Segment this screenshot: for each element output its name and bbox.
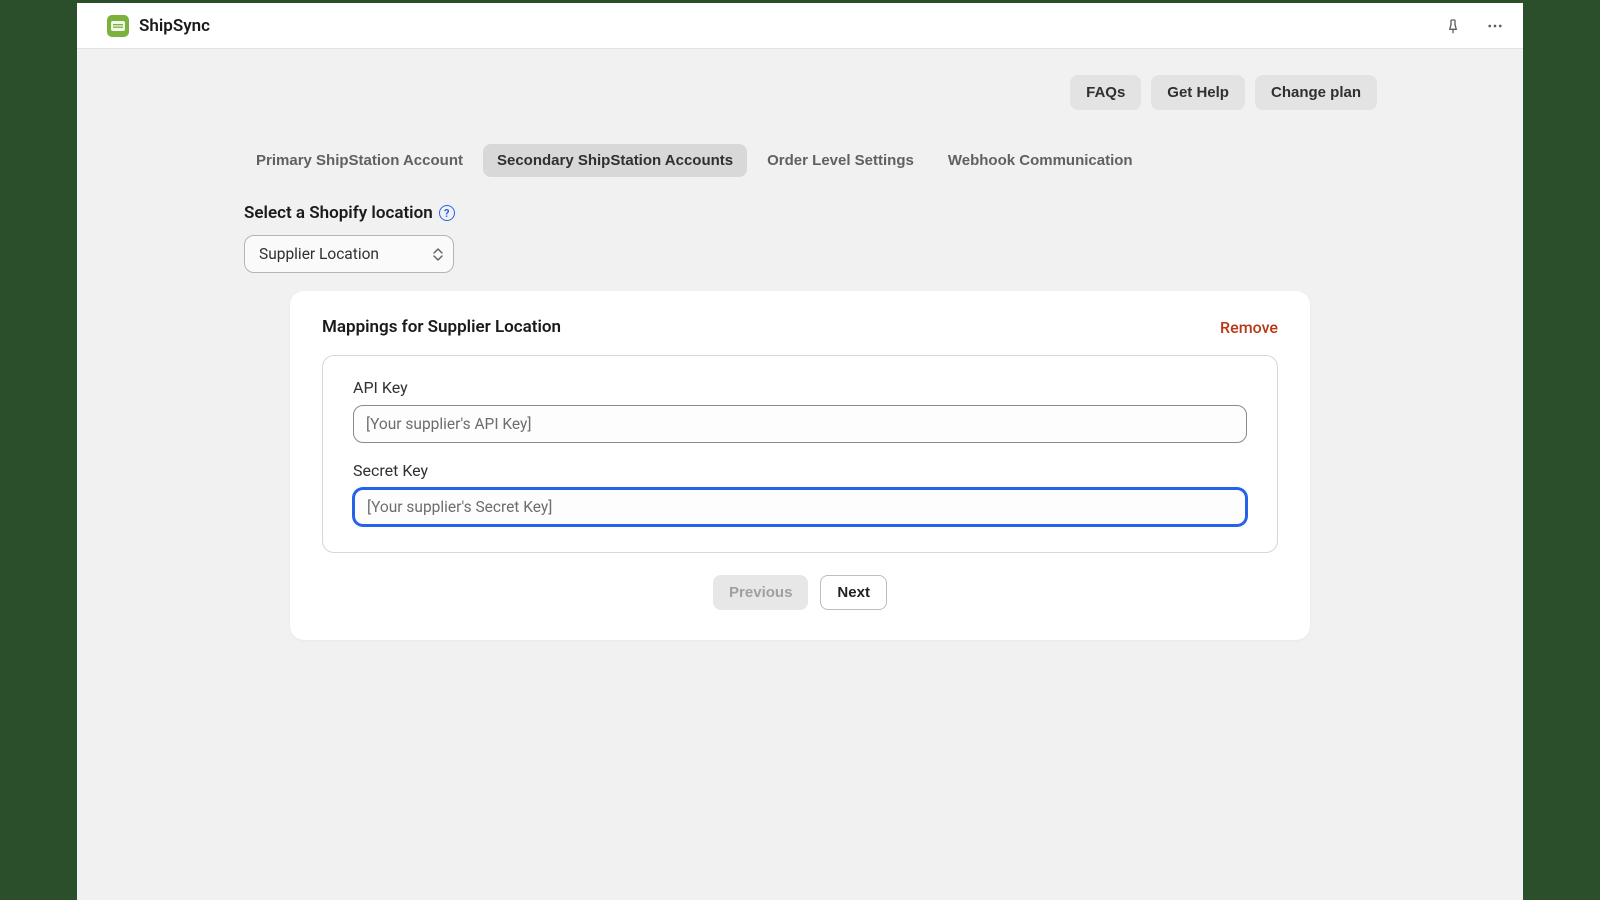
tab-webhook[interactable]: Webhook Communication bbox=[934, 144, 1147, 177]
pin-button[interactable] bbox=[1439, 12, 1467, 40]
mappings-card: Mappings for Supplier Location Remove AP… bbox=[290, 291, 1310, 640]
location-select-wrap: Supplier Location bbox=[244, 235, 1523, 273]
credentials-card: API Key Secret Key bbox=[322, 355, 1278, 553]
section-label-row: Select a Shopify location ? bbox=[77, 203, 1523, 223]
more-horizontal-icon bbox=[1486, 17, 1504, 35]
app-title-wrap: ShipSync bbox=[91, 15, 210, 37]
app-frame: ShipSync FAQs Get Help Change plan Prima… bbox=[77, 3, 1523, 900]
tab-order-level[interactable]: Order Level Settings bbox=[753, 144, 928, 177]
secret-key-input[interactable] bbox=[353, 488, 1247, 526]
tab-primary[interactable]: Primary ShipStation Account bbox=[242, 144, 477, 177]
secret-key-label: Secret Key bbox=[353, 461, 1247, 480]
location-select[interactable]: Supplier Location bbox=[244, 235, 454, 273]
top-bar: ShipSync bbox=[77, 3, 1523, 49]
next-button[interactable]: Next bbox=[820, 575, 887, 610]
top-actions bbox=[1439, 12, 1509, 40]
more-button[interactable] bbox=[1481, 12, 1509, 40]
secret-key-row: Secret Key bbox=[353, 461, 1247, 526]
remove-link[interactable]: Remove bbox=[1220, 318, 1278, 337]
pin-icon bbox=[1445, 18, 1461, 34]
api-key-row: API Key bbox=[353, 378, 1247, 443]
api-key-label: API Key bbox=[353, 378, 1247, 397]
faqs-button[interactable]: FAQs bbox=[1070, 75, 1141, 110]
location-select-value: Supplier Location bbox=[259, 245, 379, 263]
tabs: Primary ShipStation Account Secondary Sh… bbox=[77, 144, 1523, 177]
card-title: Mappings for Supplier Location bbox=[322, 317, 561, 337]
content: FAQs Get Help Change plan Primary ShipSt… bbox=[77, 49, 1523, 900]
change-plan-button[interactable]: Change plan bbox=[1255, 75, 1377, 110]
app-title: ShipSync bbox=[139, 16, 210, 36]
previous-button: Previous bbox=[713, 575, 808, 610]
card-header: Mappings for Supplier Location Remove bbox=[322, 317, 1278, 337]
select-chevrons-icon bbox=[433, 248, 443, 261]
get-help-button[interactable]: Get Help bbox=[1151, 75, 1245, 110]
nav-row: Previous Next bbox=[322, 575, 1278, 610]
tab-secondary[interactable]: Secondary ShipStation Accounts bbox=[483, 144, 747, 177]
location-label: Select a Shopify location bbox=[244, 203, 433, 223]
api-key-input[interactable] bbox=[353, 405, 1247, 443]
help-icon[interactable]: ? bbox=[439, 205, 455, 221]
header-actions-row: FAQs Get Help Change plan bbox=[77, 75, 1523, 110]
app-logo-icon bbox=[107, 15, 129, 37]
